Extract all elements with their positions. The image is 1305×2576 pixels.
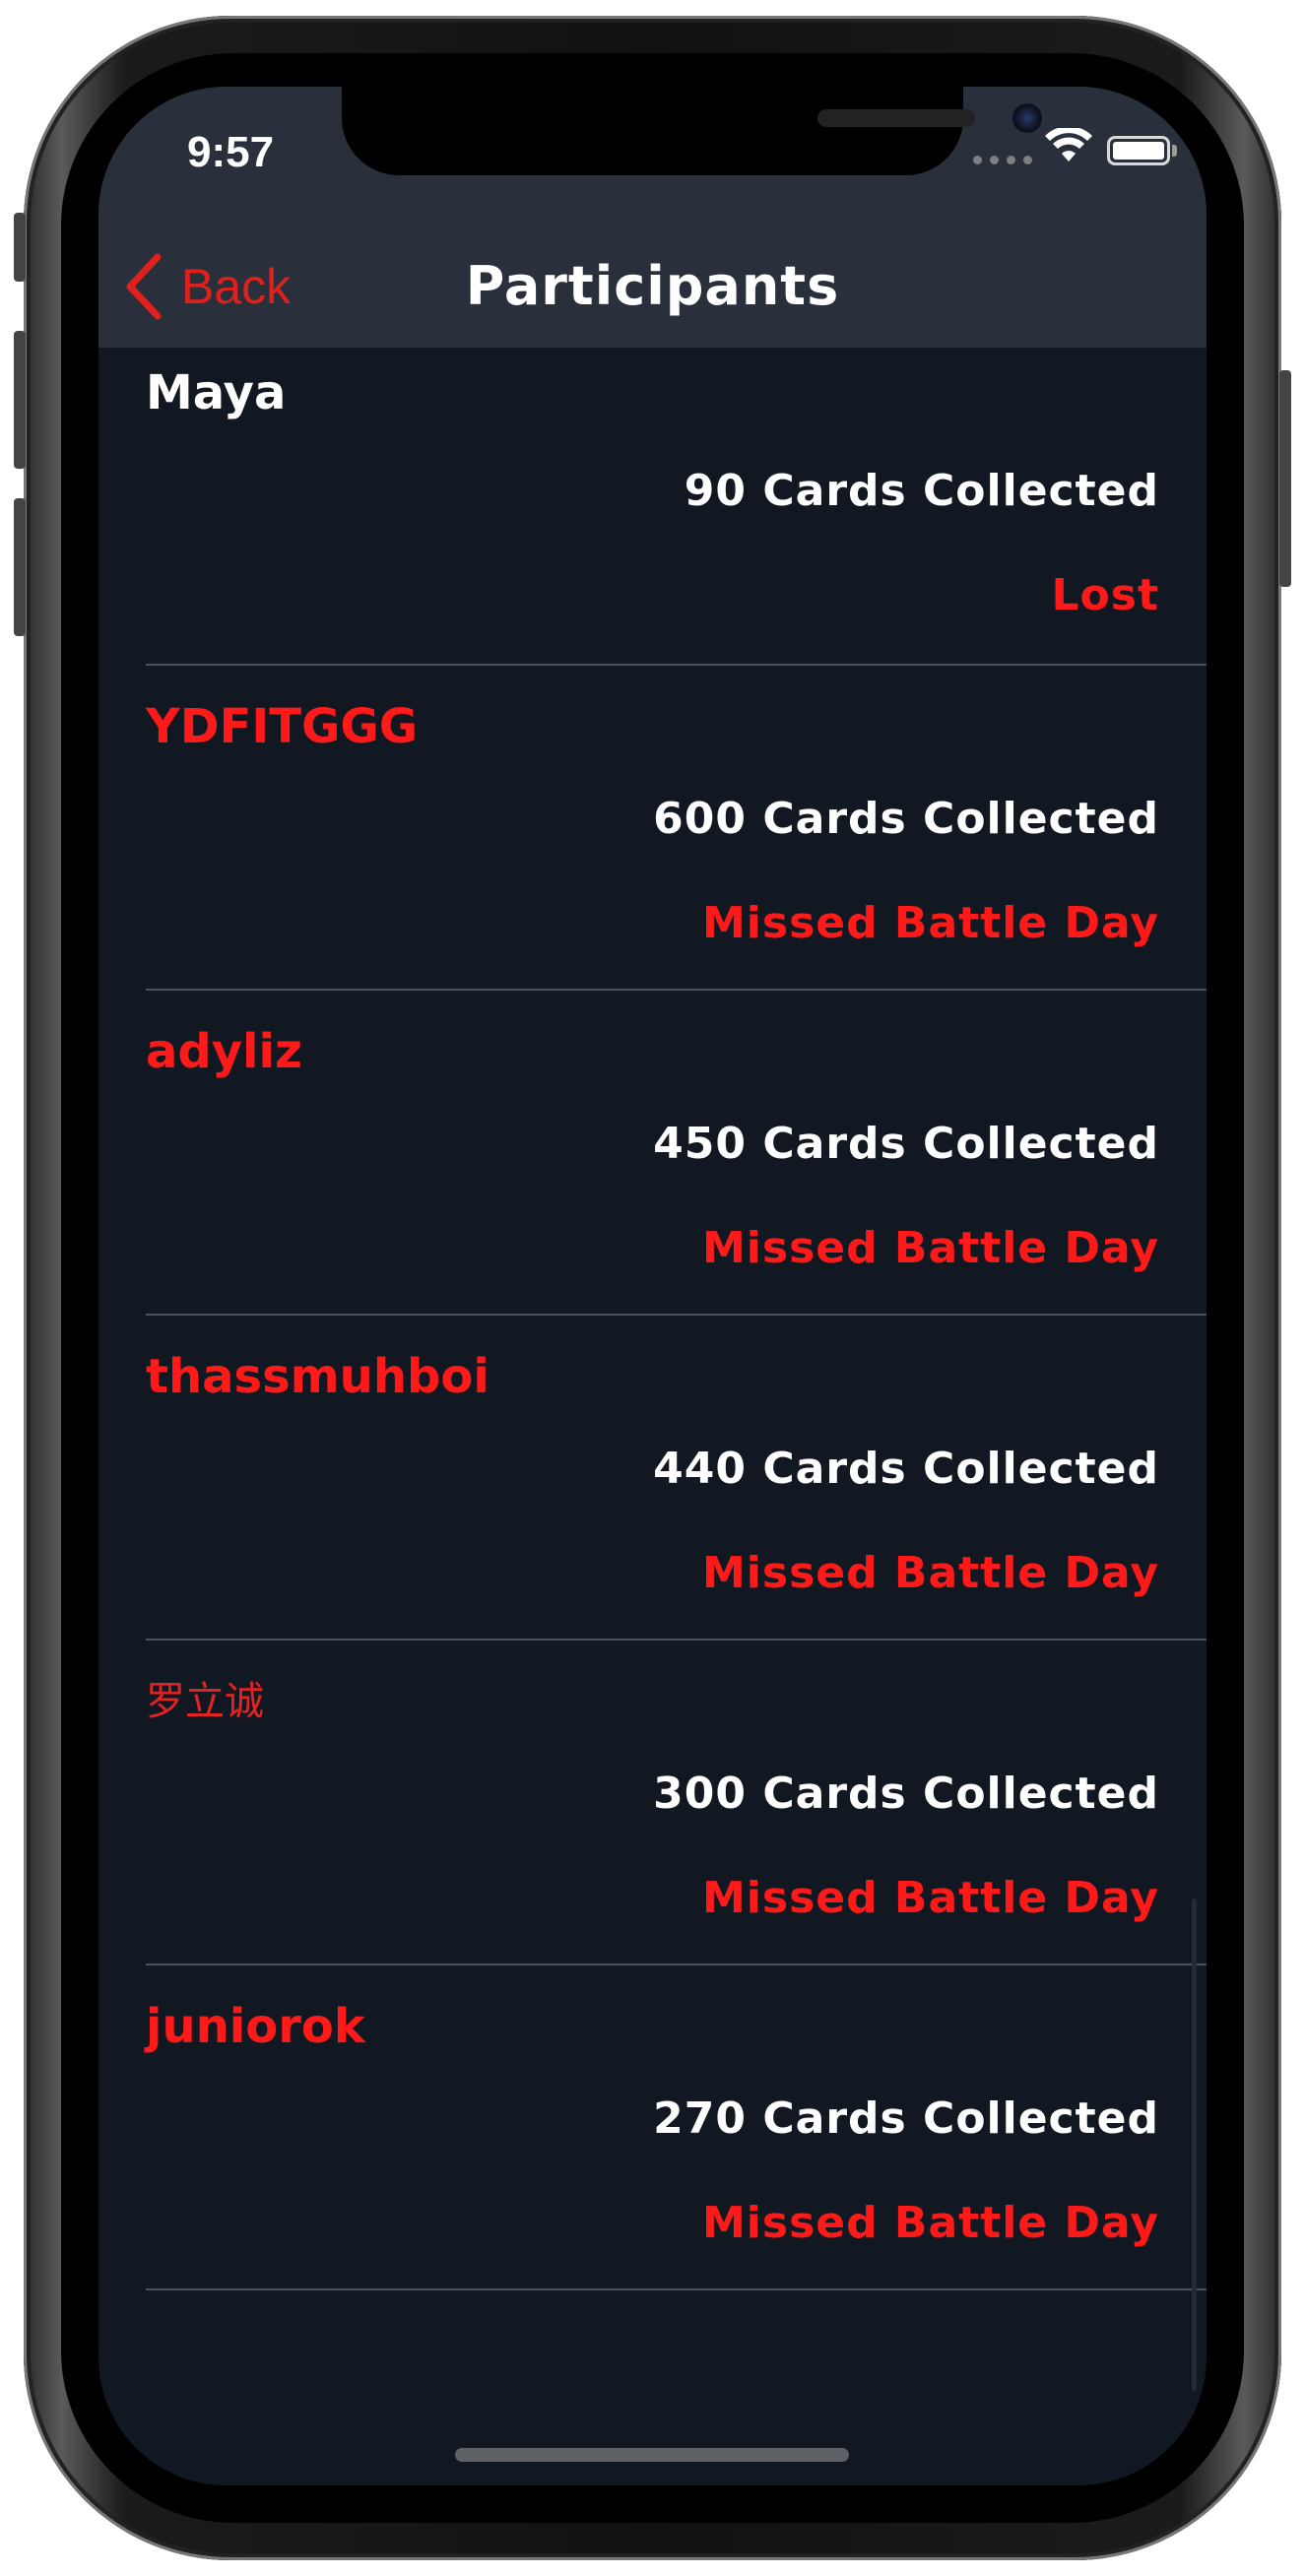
home-indicator[interactable] (455, 2448, 849, 2462)
list-item[interactable]: Maya 90 Cards Collected Lost (146, 348, 1207, 666)
cards-collected: 440 Cards Collected (653, 1444, 1159, 1494)
list-item[interactable]: YDFITGGG 600 Cards Collected Missed Batt… (146, 666, 1207, 991)
cards-collected: 270 Cards Collected (653, 2093, 1159, 2144)
page-title: Participants (465, 255, 840, 317)
cards-collected: 450 Cards Collected (653, 1119, 1159, 1169)
cards-collected: 90 Cards Collected (684, 466, 1159, 516)
battle-status: Missed Battle Day (702, 898, 1159, 948)
participant-name: adyliz (146, 1024, 302, 1079)
scroll-indicator[interactable] (1192, 1899, 1197, 2391)
participants-list: Maya 90 Cards Collected Lost YDFITGGG 60… (98, 348, 1207, 2290)
mute-switch (14, 213, 26, 282)
notch (342, 87, 1042, 175)
battery-tip (1172, 145, 1177, 157)
participant-name: YDFITGGG (146, 699, 419, 754)
power-button (1279, 370, 1291, 587)
list-item[interactable]: thassmuhboi 440 Cards Collected Missed B… (146, 1316, 1207, 1641)
status-time: 9:57 (187, 128, 275, 176)
list-item[interactable]: 罗立诚 300 Cards Collected Missed Battle Da… (146, 1641, 1207, 1965)
participant-name: 罗立诚 (146, 1679, 264, 1724)
wifi-icon (1045, 128, 1092, 161)
battle-status: Missed Battle Day (702, 2198, 1159, 2248)
volume-down-button (14, 498, 26, 636)
battle-status: Missed Battle Day (702, 1548, 1159, 1598)
screen: 9:57 Back Participants Maya 90 Cards Col… (98, 87, 1207, 2485)
participant-name: thassmuhboi (146, 1349, 489, 1404)
participant-name: juniorok (146, 1999, 365, 2054)
battle-status: Lost (1051, 570, 1159, 620)
battle-status: Missed Battle Day (702, 1873, 1159, 1923)
battle-status: Missed Battle Day (702, 1223, 1159, 1273)
volume-up-button (14, 331, 26, 469)
participant-name: Maya (146, 365, 287, 420)
list-item[interactable]: juniorok 270 Cards Collected Missed Batt… (146, 1965, 1207, 2290)
list-item[interactable]: adyliz 450 Cards Collected Missed Battle… (146, 991, 1207, 1316)
cards-collected: 600 Cards Collected (653, 794, 1159, 844)
battery-icon (1107, 136, 1170, 165)
speaker-grille (817, 109, 975, 127)
cards-collected: 300 Cards Collected (653, 1769, 1159, 1819)
cellular-signal-icon (973, 156, 1032, 164)
front-camera (1012, 103, 1042, 133)
